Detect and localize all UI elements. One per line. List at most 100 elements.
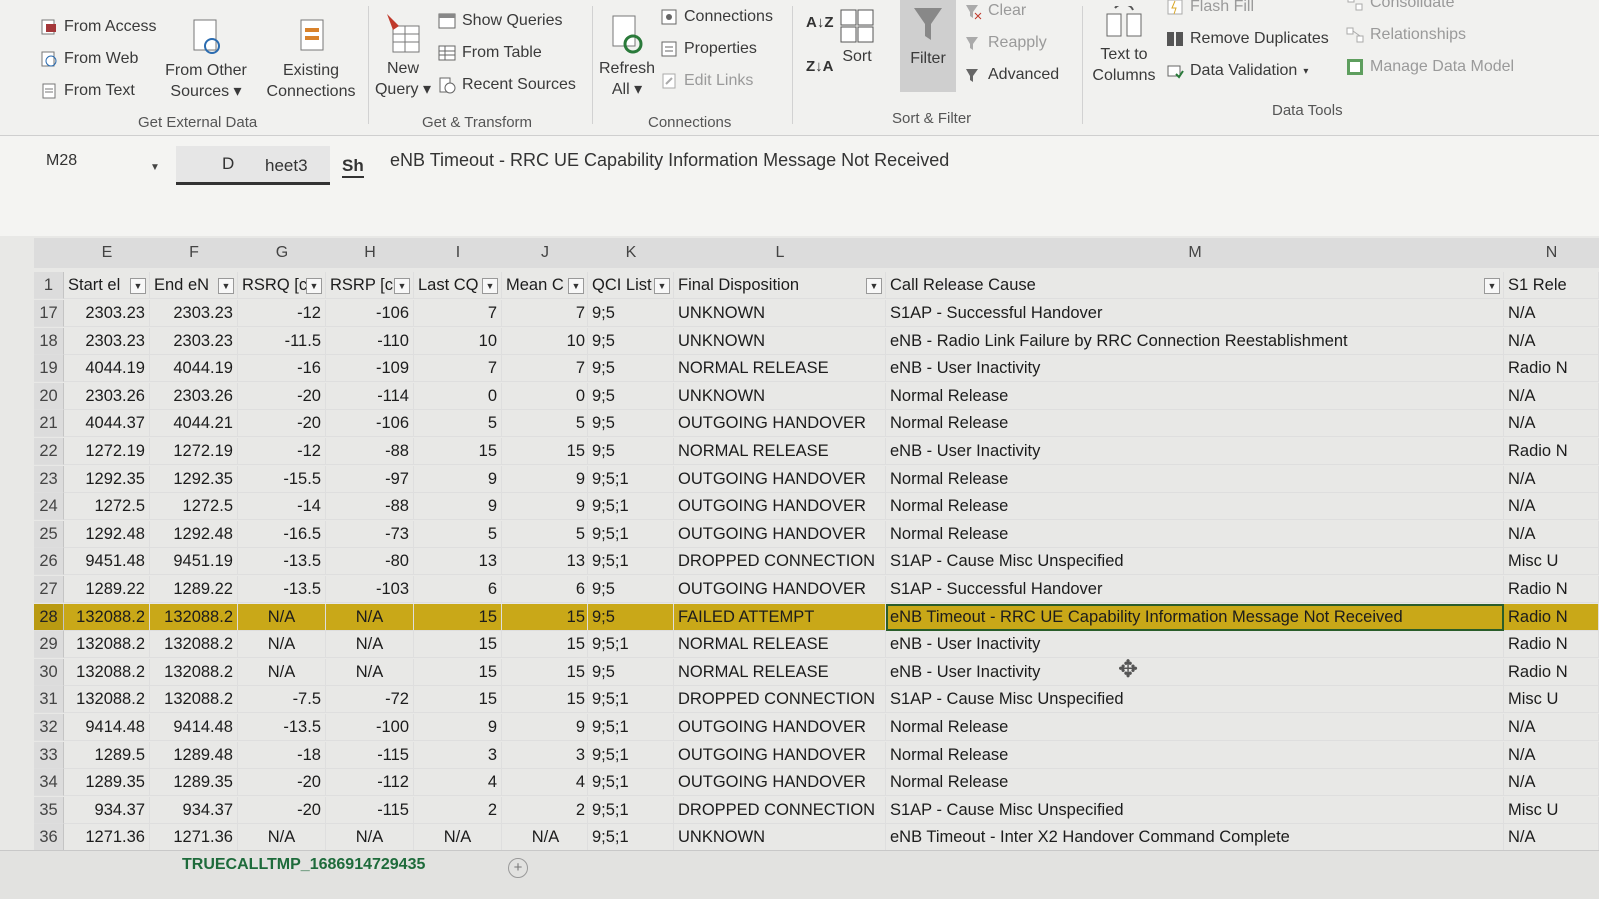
filter-dropdown-icon[interactable]: ▼: [130, 278, 146, 294]
cell-k[interactable]: 9;5;1: [588, 493, 674, 521]
cell-h[interactable]: -114: [326, 382, 414, 410]
cell-i[interactable]: 15: [414, 686, 502, 714]
cell-i[interactable]: 15: [414, 603, 502, 631]
cell-j[interactable]: 9: [502, 714, 588, 741]
column-header-h[interactable]: H: [326, 238, 415, 268]
cell-k[interactable]: 9;5: [588, 410, 674, 438]
edit-links-button[interactable]: Edit Links: [660, 72, 753, 90]
cell-k[interactable]: 9;5: [588, 603, 674, 631]
row-header[interactable]: 19: [34, 355, 64, 383]
cell-n[interactable]: N/A: [1504, 769, 1599, 797]
cell-g[interactable]: -13.5: [238, 576, 326, 603]
row-header[interactable]: 18: [34, 327, 64, 355]
cell-k[interactable]: 9;5: [588, 438, 674, 465]
cell-k[interactable]: 9;5: [588, 355, 674, 383]
remove-duplicates-button[interactable]: Remove Duplicates: [1166, 30, 1329, 48]
row-header[interactable]: 31: [34, 686, 64, 714]
sort-descending-button[interactable]: Z↓A: [806, 58, 834, 75]
cell-n[interactable]: Misc U: [1504, 686, 1599, 714]
cell-i[interactable]: 0: [414, 382, 502, 410]
cell-g[interactable]: -20: [238, 769, 326, 797]
column-header-l[interactable]: L: [674, 238, 887, 268]
cell-m[interactable]: Normal Release: [886, 741, 1504, 769]
cell-i[interactable]: N/A: [414, 824, 502, 852]
cell-j[interactable]: 15: [502, 658, 588, 686]
cell-f[interactable]: 132088.2: [150, 631, 238, 659]
filter-dropdown-icon[interactable]: ▼: [218, 278, 234, 294]
cell-n[interactable]: Radio N: [1504, 631, 1599, 659]
cell-m[interactable]: Normal Release: [886, 769, 1504, 797]
cell-e[interactable]: 9414.48: [64, 714, 150, 741]
cell-h[interactable]: -115: [326, 796, 414, 824]
cell-h[interactable]: -88: [326, 438, 414, 465]
cell-e[interactable]: 1289.22: [64, 576, 150, 603]
cell-l[interactable]: NORMAL RELEASE: [674, 355, 886, 383]
header-cell-f[interactable]: End eN ▼: [150, 272, 238, 299]
cell-n[interactable]: N/A: [1504, 520, 1599, 548]
cell-g[interactable]: -16.5: [238, 520, 326, 548]
from-table-button[interactable]: From Table: [438, 44, 542, 62]
cell-j[interactable]: 9: [502, 493, 588, 521]
cell-e[interactable]: 9451.48: [64, 548, 150, 576]
cell-g[interactable]: -20: [238, 382, 326, 410]
cell-h[interactable]: N/A: [326, 603, 414, 631]
row-header[interactable]: 33: [34, 741, 64, 769]
add-sheet-button[interactable]: +: [508, 858, 528, 878]
cell-h[interactable]: -106: [326, 300, 414, 327]
cell-n[interactable]: Radio N: [1504, 658, 1599, 686]
cell-i[interactable]: 15: [414, 438, 502, 465]
filter-dropdown-icon[interactable]: ▼: [482, 278, 498, 294]
row-header[interactable]: 23: [34, 465, 64, 493]
cell-h[interactable]: -73: [326, 520, 414, 548]
cell-h[interactable]: N/A: [326, 631, 414, 659]
sheet-list-item-sh[interactable]: Sh: [342, 156, 364, 178]
cell-k[interactable]: 9;5: [588, 327, 674, 355]
row-header[interactable]: 20: [34, 382, 64, 410]
row-header[interactable]: 28: [34, 603, 64, 631]
cell-l[interactable]: UNKNOWN: [674, 824, 886, 852]
column-header-i[interactable]: I: [414, 238, 503, 268]
cell-n[interactable]: N/A: [1504, 382, 1599, 410]
cell-f[interactable]: 2303.23: [150, 300, 238, 327]
cell-m[interactable]: S1AP - Cause Misc Unspecified: [886, 548, 1504, 576]
cell-j[interactable]: 7: [502, 300, 588, 327]
cell-g[interactable]: -13.5: [238, 548, 326, 576]
header-cell-j[interactable]: Mean C ▼: [502, 272, 588, 299]
cell-h[interactable]: -106: [326, 410, 414, 438]
cell-j[interactable]: 7: [502, 355, 588, 383]
cell-n[interactable]: N/A: [1504, 410, 1599, 438]
cell-m[interactable]: eNB - User Inactivity: [886, 355, 1504, 383]
cell-k[interactable]: 9;5;1: [588, 824, 674, 852]
cell-i[interactable]: 10: [414, 327, 502, 355]
refresh-all-button[interactable]: Refresh All ▾: [596, 12, 658, 100]
cell-e[interactable]: 2303.26: [64, 382, 150, 410]
row-header[interactable]: 30: [34, 658, 64, 686]
cell-n[interactable]: N/A: [1504, 300, 1599, 327]
cell-e[interactable]: 132088.2: [64, 686, 150, 714]
cell-i[interactable]: 7: [414, 355, 502, 383]
cell-e[interactable]: 132088.2: [64, 658, 150, 686]
filter-dropdown-icon[interactable]: ▼: [568, 278, 584, 294]
cell-g[interactable]: -14: [238, 493, 326, 521]
cell-f[interactable]: 4044.19: [150, 355, 238, 383]
from-access-button[interactable]: From Access: [40, 18, 156, 36]
cell-m[interactable]: S1AP - Cause Misc Unspecified: [886, 686, 1504, 714]
cell-f[interactable]: 9414.48: [150, 714, 238, 741]
cell-g[interactable]: -13.5: [238, 714, 326, 741]
cell-m[interactable]: Normal Release: [886, 382, 1504, 410]
cell-e[interactable]: 1289.35: [64, 769, 150, 797]
cell-n[interactable]: N/A: [1504, 465, 1599, 493]
header-cell-l[interactable]: Final Disposition ▼: [674, 272, 886, 299]
cell-m[interactable]: Normal Release: [886, 410, 1504, 438]
cell-e[interactable]: 1292.35: [64, 465, 150, 493]
cell-g[interactable]: -11.5: [238, 327, 326, 355]
cell-f[interactable]: 1272.5: [150, 493, 238, 521]
cell-f[interactable]: 9451.19: [150, 548, 238, 576]
row-header[interactable]: 21: [34, 410, 64, 438]
cell-i[interactable]: 15: [414, 658, 502, 686]
cell-e[interactable]: 1292.48: [64, 520, 150, 548]
cell-n[interactable]: N/A: [1504, 824, 1599, 852]
cell-l[interactable]: DROPPED CONNECTION: [674, 686, 886, 714]
from-web-button[interactable]: From Web: [40, 50, 138, 68]
cell-g[interactable]: N/A: [238, 603, 326, 631]
